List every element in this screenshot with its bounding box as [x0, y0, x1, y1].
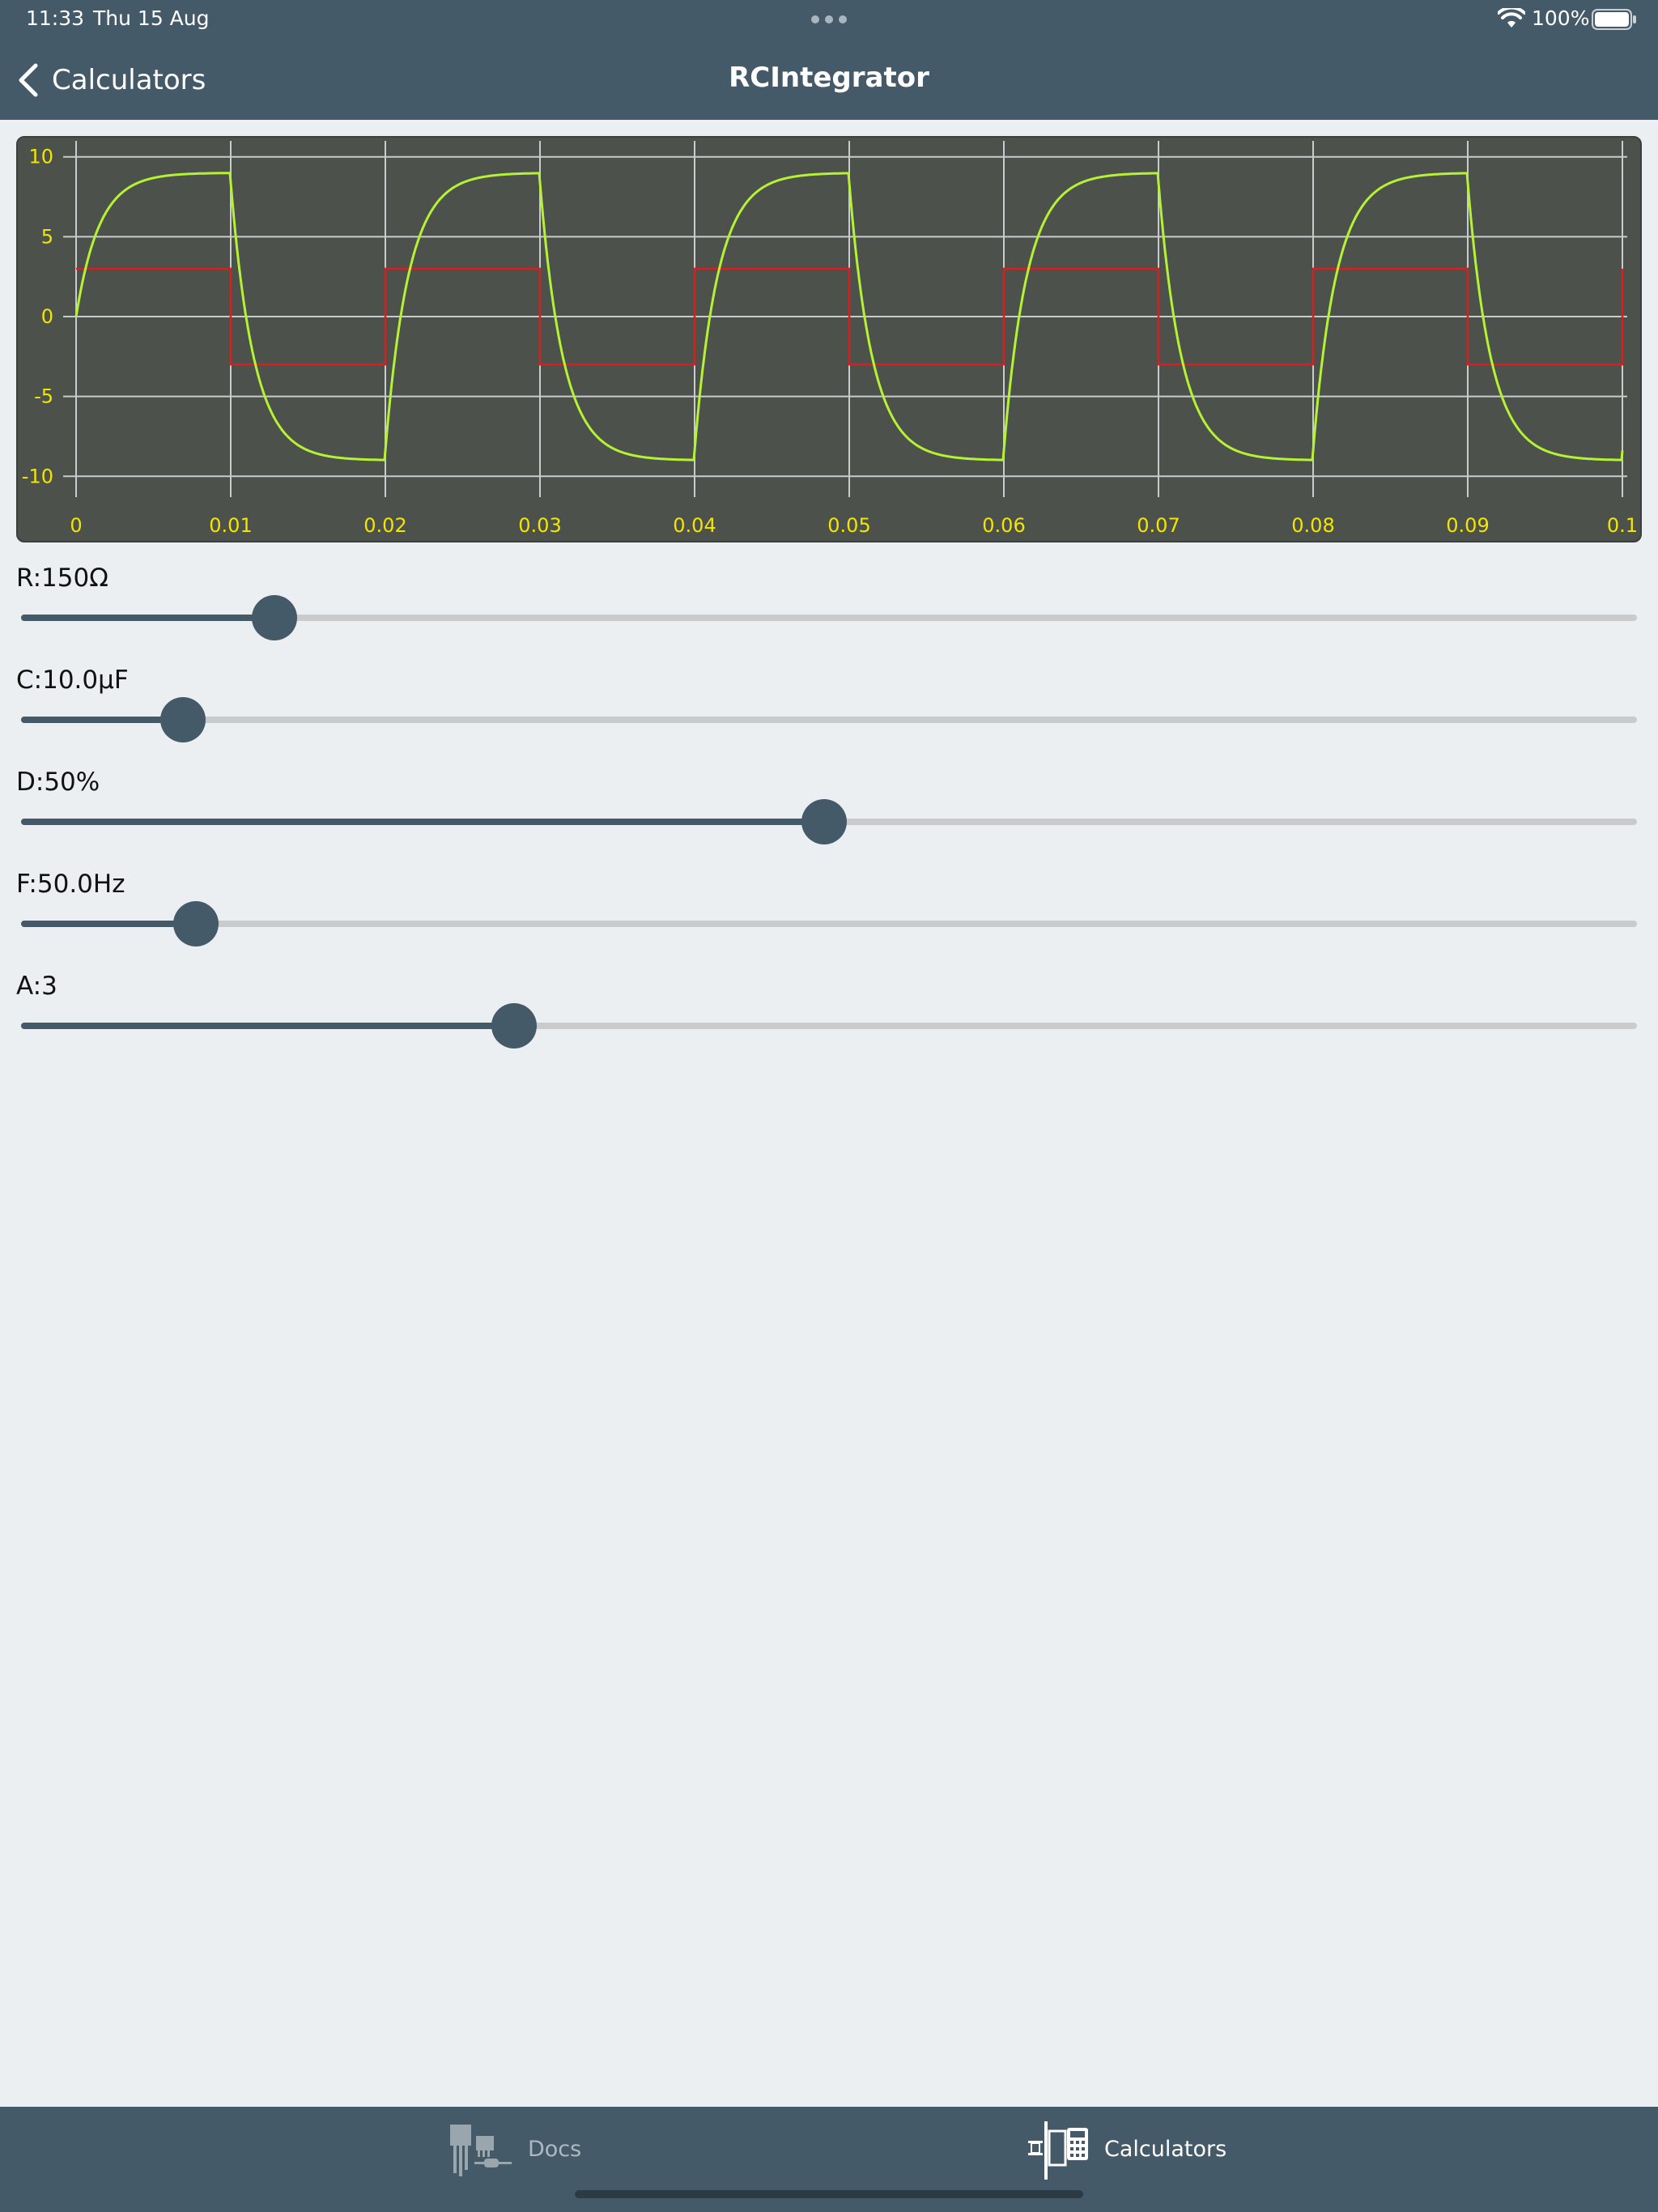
- home-indicator: [575, 2190, 1083, 2198]
- tab-calculators-label: Calculators: [1104, 2136, 1227, 2162]
- calculator-icon: [1028, 2121, 1088, 2180]
- slider-thumb[interactable]: [159, 697, 206, 742]
- amplitude-slider[interactable]: [21, 1003, 1637, 1049]
- battery-icon: [1592, 9, 1636, 30]
- resistance-slider-row: R:150Ω: [0, 564, 1658, 666]
- tab-calculators[interactable]: Calculators: [1022, 2107, 1226, 2191]
- tab-docs-label: Docs: [528, 2136, 582, 2162]
- capacitance-slider-row: C:10.0μF: [0, 666, 1658, 768]
- slider-fill: [21, 921, 196, 927]
- status-time: 11:33: [26, 6, 85, 30]
- slider-fill: [21, 717, 183, 723]
- resistance-label: R:150Ω: [16, 564, 108, 593]
- slider-thumb[interactable]: [491, 1003, 537, 1049]
- battery-percent: 100%: [1532, 6, 1590, 30]
- wifi-icon: [1498, 8, 1525, 28]
- duty-slider-row: D:50%: [0, 768, 1658, 870]
- multitasking-dots-icon[interactable]: [811, 15, 847, 23]
- page-title: RCIntegrator: [729, 62, 929, 94]
- frequency-slider[interactable]: [21, 901, 1637, 946]
- header: 11:33 Thu 15 Aug 100% Calculators RCInte…: [0, 0, 1658, 120]
- amplitude-label: A:3: [16, 972, 57, 1001]
- slider-thumb[interactable]: [252, 595, 298, 640]
- tab-docs[interactable]: Docs: [445, 2107, 581, 2191]
- chart-panel: [16, 136, 1642, 542]
- slider-thumb[interactable]: [172, 901, 219, 946]
- duty-slider[interactable]: [21, 799, 1637, 844]
- frequency-label: F:50.0Hz: [16, 870, 125, 899]
- slider-thumb[interactable]: [801, 799, 847, 844]
- resistance-slider[interactable]: [21, 595, 1637, 640]
- capacitance-label: C:10.0μF: [16, 666, 129, 695]
- amplitude-slider-row: A:3: [0, 972, 1658, 1074]
- capacitance-slider[interactable]: [21, 697, 1637, 742]
- slider-fill: [21, 819, 824, 825]
- components-icon: [450, 2125, 512, 2176]
- frequency-slider-row: F:50.0Hz: [0, 870, 1658, 972]
- slider-fill: [21, 1023, 514, 1029]
- duty-label: D:50%: [16, 768, 100, 797]
- status-date: Thu 15 Aug: [93, 6, 210, 30]
- slider-fill: [21, 615, 275, 621]
